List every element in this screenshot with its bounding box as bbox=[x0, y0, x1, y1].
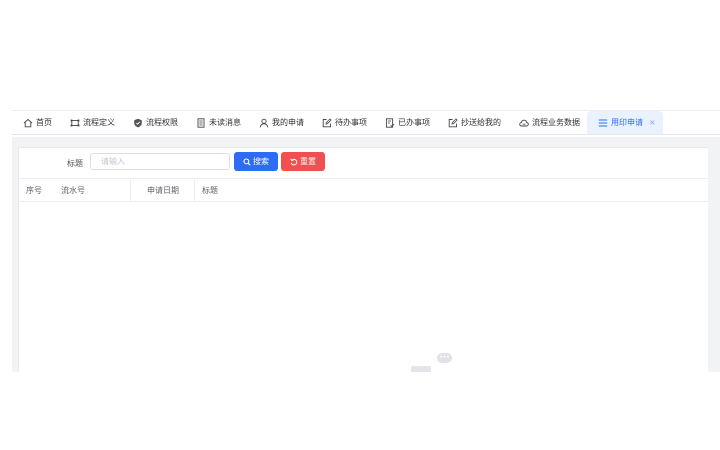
tab-label: 未读消息 bbox=[209, 118, 241, 127]
tab-cc-to-me[interactable]: 抄送给我的 bbox=[437, 111, 508, 134]
edit-icon bbox=[322, 117, 332, 127]
tab-label: 待办事项 bbox=[335, 118, 367, 127]
reset-button[interactable]: 重置 bbox=[281, 152, 325, 171]
shield-icon bbox=[134, 118, 142, 127]
floating-chat-icon[interactable]: ••• bbox=[437, 353, 452, 363]
tab-process-permission[interactable]: 流程权限 bbox=[122, 111, 185, 134]
tab-label: 抄送给我的 bbox=[461, 118, 501, 127]
title-label: 标题 bbox=[67, 159, 83, 168]
column-header-apply-date: 申请日期 bbox=[131, 179, 195, 201]
tab-label: 用印申请 bbox=[611, 118, 643, 127]
tab-close-icon[interactable]: × bbox=[649, 118, 656, 127]
tab-process-business-data[interactable]: 流程业务数据 bbox=[508, 111, 587, 134]
column-header-serial-number: 流水号 bbox=[55, 179, 131, 201]
search-icon bbox=[243, 157, 251, 166]
table-header: 序号 流水号 申请日期 标题 bbox=[19, 178, 708, 202]
tab-bar: 首页 流程定义 流程权限 未读消息 我的申请 待办事项 已办事项 抄送给我的 流… bbox=[12, 110, 720, 135]
menu-icon bbox=[598, 119, 608, 126]
list-card: 标题 搜索 重置 序号 流水号 申请日期 标题 bbox=[18, 147, 708, 372]
tab-seal-application[interactable]: 用印申请 × bbox=[587, 111, 663, 134]
home-icon bbox=[23, 118, 33, 127]
tab-label: 已办事项 bbox=[398, 118, 430, 127]
search-form: 标题 搜索 重置 bbox=[19, 148, 708, 178]
tab-unread-messages[interactable]: 未读消息 bbox=[185, 111, 248, 134]
flow-icon bbox=[70, 119, 80, 126]
tab-process-definition[interactable]: 流程定义 bbox=[59, 111, 122, 134]
floating-widget-tab[interactable] bbox=[411, 366, 431, 372]
done-list-icon bbox=[385, 117, 395, 128]
tab-label: 我的申请 bbox=[272, 118, 304, 127]
column-header-title: 标题 bbox=[202, 185, 218, 195]
tab-label: 首页 bbox=[36, 118, 52, 127]
tab-label: 流程定义 bbox=[83, 118, 115, 127]
cloud-icon bbox=[519, 119, 529, 126]
search-button-label: 搜索 bbox=[253, 157, 269, 166]
edit-icon bbox=[448, 117, 458, 127]
document-icon bbox=[197, 117, 205, 128]
column-header-index: 序号 bbox=[26, 185, 42, 195]
content-area: 标题 搜索 重置 序号 流水号 申请日期 标题 bbox=[12, 137, 720, 372]
chat-dots: ••• bbox=[439, 354, 450, 361]
tab-my-applications[interactable]: 我的申请 bbox=[248, 111, 311, 134]
tab-label: 流程权限 bbox=[146, 118, 178, 127]
tab-home[interactable]: 首页 bbox=[12, 111, 59, 134]
refresh-icon bbox=[290, 158, 298, 165]
tab-todo[interactable]: 待办事项 bbox=[311, 111, 374, 134]
title-search-input[interactable] bbox=[90, 153, 230, 170]
tab-label: 流程业务数据 bbox=[532, 118, 580, 127]
search-button[interactable]: 搜索 bbox=[234, 152, 278, 171]
user-icon bbox=[259, 118, 269, 127]
reset-button-label: 重置 bbox=[300, 157, 316, 166]
tab-done[interactable]: 已办事项 bbox=[374, 111, 437, 134]
